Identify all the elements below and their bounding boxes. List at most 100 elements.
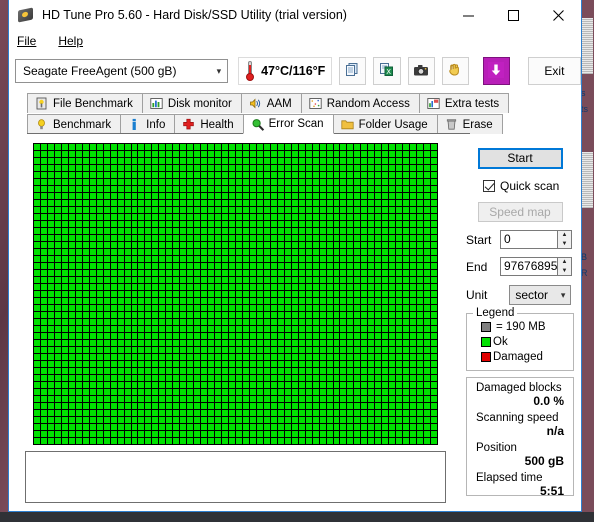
minimize-button[interactable] — [446, 0, 491, 30]
end-sector-input[interactable]: 976768955 — [500, 257, 557, 276]
tab-benchmark[interactable]: Benchmark — [27, 114, 122, 134]
scan-block — [61, 375, 68, 381]
title-bar[interactable]: HD Tune Pro 5.60 - Hard Disk/SSD Utility… — [9, 0, 581, 30]
scan-block — [152, 249, 159, 255]
scan-block — [82, 340, 89, 346]
scan-block — [396, 382, 403, 388]
scan-block — [208, 340, 215, 346]
tab-disk-monitor[interactable]: Disk monitor — [141, 93, 242, 113]
spin-down-icon[interactable]: ▼ — [558, 240, 571, 249]
spin-up-icon[interactable]: ▲ — [558, 258, 571, 267]
tab-error-scan[interactable]: Error Scan — [242, 114, 334, 134]
log-output[interactable] — [25, 451, 446, 503]
scan-block — [291, 326, 298, 332]
scan-block — [424, 235, 431, 241]
menu-help[interactable]: Help — [58, 34, 83, 48]
scan-block — [424, 340, 431, 346]
scan-block — [215, 340, 222, 346]
scan-block — [124, 228, 131, 234]
scan-block — [110, 284, 117, 290]
scan-block — [284, 375, 291, 381]
tab-erase[interactable]: Erase — [436, 114, 503, 134]
scan-block — [305, 179, 312, 185]
tab-aam[interactable]: AAM — [240, 93, 302, 113]
scan-block — [389, 319, 396, 325]
scan-block — [131, 165, 138, 171]
download-button[interactable] — [482, 57, 510, 85]
start-sector-input[interactable]: 0 — [500, 230, 557, 249]
scan-block — [166, 284, 173, 290]
scan-block — [96, 340, 103, 346]
scan-block — [326, 305, 333, 311]
scan-block — [159, 179, 166, 185]
scan-block — [138, 354, 145, 360]
maximize-button[interactable] — [491, 0, 536, 30]
end-sector-spin-buttons[interactable]: ▲ ▼ — [557, 257, 572, 276]
scan-block — [340, 186, 347, 192]
start-sector-spin-buttons[interactable]: ▲ ▼ — [557, 230, 572, 249]
tab-file-benchmark[interactable]: File Benchmark — [27, 93, 143, 113]
scan-block — [68, 291, 75, 297]
monitor-button[interactable] — [441, 57, 469, 85]
error-scan-map[interactable] — [33, 143, 438, 445]
scan-block — [208, 382, 215, 388]
spin-down-icon[interactable]: ▼ — [558, 267, 571, 276]
tab-health[interactable]: Health — [174, 114, 244, 134]
menu-file[interactable]: File — [17, 34, 36, 48]
start-button[interactable]: Start — [477, 148, 563, 169]
scan-block — [249, 361, 256, 367]
scan-block — [361, 333, 368, 339]
exit-button[interactable]: Exit — [527, 57, 581, 85]
scan-block — [389, 228, 396, 234]
start-sector-stepper[interactable]: 0 ▲ ▼ — [500, 230, 572, 249]
scan-block — [382, 193, 389, 199]
scan-block — [145, 431, 152, 437]
scan-block — [201, 424, 208, 430]
scan-block — [403, 403, 410, 409]
scan-block — [34, 389, 40, 395]
scan-block — [333, 270, 340, 276]
scan-block — [396, 165, 403, 171]
scan-block — [333, 144, 340, 150]
scan-block — [340, 354, 347, 360]
scan-block — [298, 396, 305, 402]
speed-map-button[interactable]: Speed map — [477, 202, 563, 222]
scan-block — [354, 410, 361, 416]
scan-block — [194, 396, 201, 402]
scan-block — [152, 200, 159, 206]
unit-select[interactable]: sector ▾ — [509, 285, 572, 305]
tab-random-access[interactable]: Random Access — [300, 93, 420, 113]
tab-extra-tests[interactable]: Extra tests — [418, 93, 510, 113]
scan-block — [340, 333, 347, 339]
scan-block — [82, 193, 89, 199]
tab-folder-usage[interactable]: Folder Usage — [332, 114, 438, 134]
scan-block — [298, 186, 305, 192]
drive-select[interactable]: Seagate FreeAgent (500 gB) ▾ — [15, 59, 229, 83]
scan-block — [354, 165, 361, 171]
quick-scan-checkbox[interactable] — [483, 180, 495, 192]
scan-block — [229, 242, 235, 248]
screenshot-button[interactable] — [407, 57, 435, 85]
scan-block — [201, 221, 208, 227]
close-button[interactable] — [536, 0, 581, 30]
scan-block — [201, 144, 208, 150]
scan-block — [68, 235, 75, 241]
copy-to-clipboard-button[interactable] — [339, 57, 367, 85]
scan-block — [354, 312, 361, 318]
scan-block — [124, 333, 131, 339]
taskbar[interactable] — [0, 512, 594, 522]
scan-block — [375, 396, 382, 402]
red-cross-icon — [182, 118, 195, 131]
scan-block — [424, 263, 431, 269]
scan-block — [61, 340, 68, 346]
scan-block — [61, 228, 68, 234]
quick-scan-row[interactable]: Quick scan — [483, 179, 574, 193]
end-sector-stepper[interactable]: 976768955 ▲ ▼ — [500, 257, 572, 276]
tab-info[interactable]: Info — [120, 114, 176, 134]
tab-label: Info — [146, 118, 166, 131]
export-excel-button[interactable]: X — [373, 57, 401, 85]
scan-block — [131, 186, 138, 192]
scan-block — [235, 347, 242, 353]
spin-up-icon[interactable]: ▲ — [558, 231, 571, 240]
scan-block — [298, 354, 305, 360]
